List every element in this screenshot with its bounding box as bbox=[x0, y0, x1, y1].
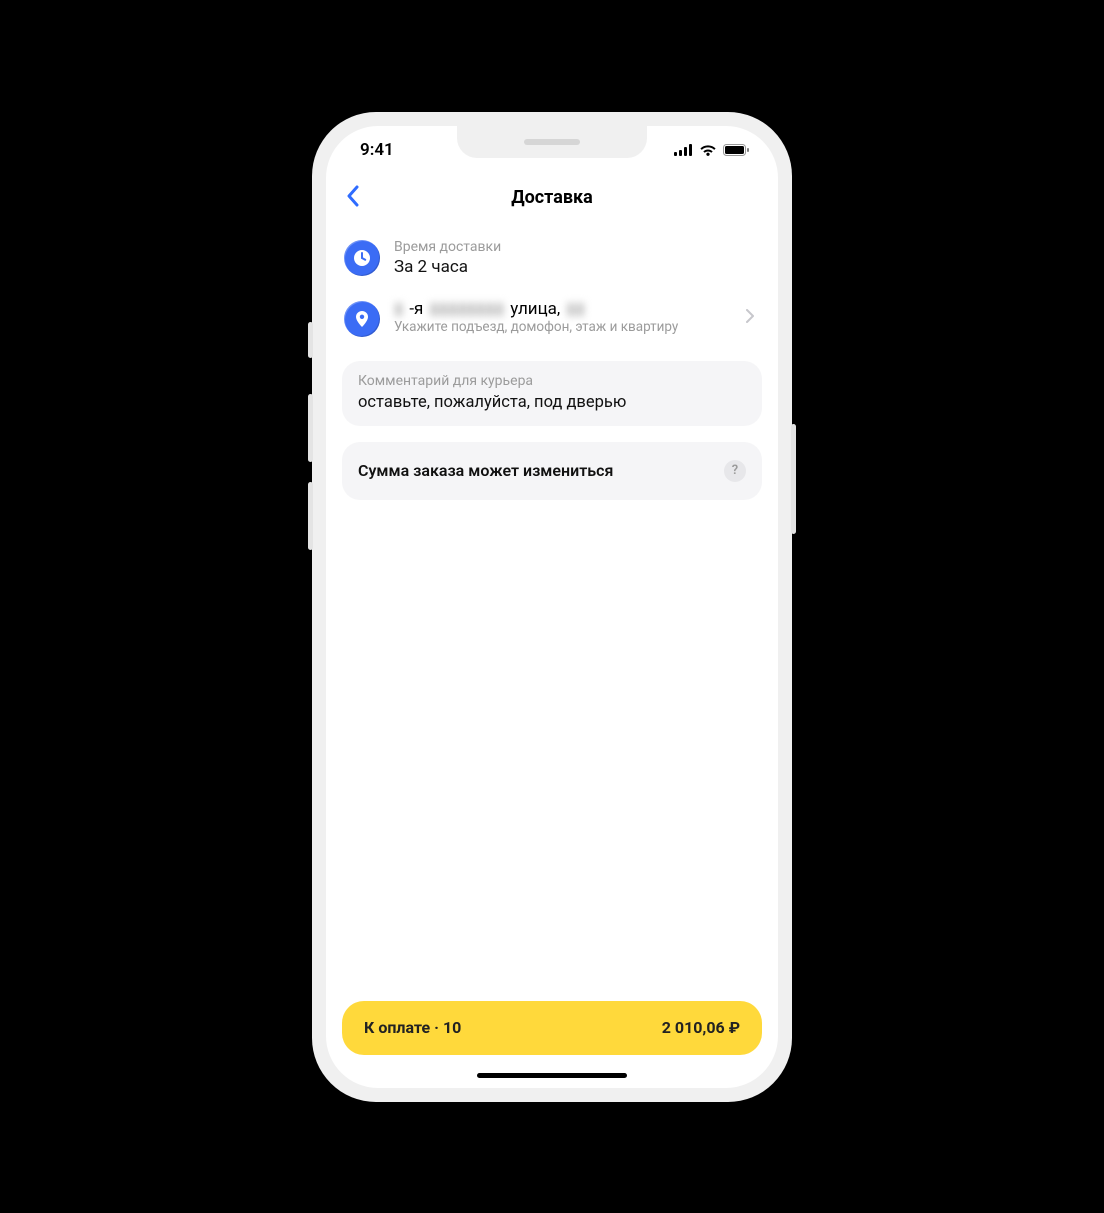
chevron-left-icon bbox=[346, 185, 359, 207]
pay-button-amount: 2 010,06 ₽ bbox=[662, 1018, 740, 1037]
address-masked-num: ▮▮ bbox=[566, 299, 585, 319]
delivery-time-value: За 2 часа bbox=[394, 256, 760, 279]
status-indicators bbox=[674, 144, 750, 156]
clock-icon bbox=[344, 240, 380, 276]
battery-icon bbox=[723, 144, 750, 156]
pay-button[interactable]: К оплате · 10 2 010,06 ₽ bbox=[342, 1001, 762, 1055]
price-change-text: Сумма заказа может измениться bbox=[358, 461, 613, 480]
courier-comment-card[interactable]: Комментарий для курьера оставьте, пожалу… bbox=[342, 361, 762, 426]
back-button[interactable] bbox=[340, 179, 365, 217]
side-button-power bbox=[791, 424, 796, 534]
side-button-silent bbox=[308, 322, 313, 358]
screen: 9:41 Доставка bbox=[326, 126, 778, 1088]
cellular-icon bbox=[674, 144, 693, 156]
address-chevron bbox=[740, 302, 760, 333]
status-time: 9:41 bbox=[360, 140, 394, 160]
help-button[interactable]: ? bbox=[724, 460, 746, 482]
address-suffix: улица, bbox=[510, 299, 560, 319]
page-title: Доставка bbox=[511, 187, 593, 208]
address-masked-prefix: ▮ bbox=[394, 299, 403, 319]
delivery-time-row[interactable]: Время доставки За 2 часа bbox=[342, 228, 762, 289]
address-hint: Укажите подъезд, домофон, этаж и квартир… bbox=[394, 319, 726, 337]
address-row[interactable]: ▮ -я ▮▮▮▮▮▮▮▮ улица, ▮▮ Укажите подъезд,… bbox=[342, 289, 762, 347]
chevron-right-icon bbox=[746, 309, 754, 323]
delivery-time-label: Время доставки bbox=[394, 238, 760, 256]
phone-frame: 9:41 Доставка bbox=[312, 112, 792, 1102]
address-body: ▮ -я ▮▮▮▮▮▮▮▮ улица, ▮▮ Укажите подъезд,… bbox=[394, 299, 726, 337]
home-indicator[interactable] bbox=[477, 1073, 627, 1078]
side-button-volume-up bbox=[308, 394, 313, 462]
price-change-notice: Сумма заказа может измениться ? bbox=[342, 442, 762, 500]
courier-comment-text: оставьте, пожалуйста, под дверью bbox=[358, 393, 746, 412]
wifi-icon bbox=[699, 144, 717, 156]
address-sep: -я bbox=[409, 299, 423, 319]
side-button-volume-down bbox=[308, 482, 313, 550]
address-masked-name: ▮▮▮▮▮▮▮▮ bbox=[429, 299, 504, 319]
location-pin-icon bbox=[344, 301, 380, 337]
courier-comment-label: Комментарий для курьера bbox=[358, 373, 746, 389]
pay-button-label: К оплате · 10 bbox=[364, 1018, 461, 1037]
question-mark-icon: ? bbox=[732, 463, 738, 478]
notch bbox=[457, 126, 647, 158]
address-line: ▮ -я ▮▮▮▮▮▮▮▮ улица, ▮▮ bbox=[394, 299, 726, 319]
delivery-time-body: Время доставки За 2 часа bbox=[394, 238, 760, 279]
nav-bar: Доставка bbox=[326, 174, 778, 222]
content: Время доставки За 2 часа ▮ -я ▮▮▮▮▮▮▮▮ у… bbox=[326, 222, 778, 1001]
